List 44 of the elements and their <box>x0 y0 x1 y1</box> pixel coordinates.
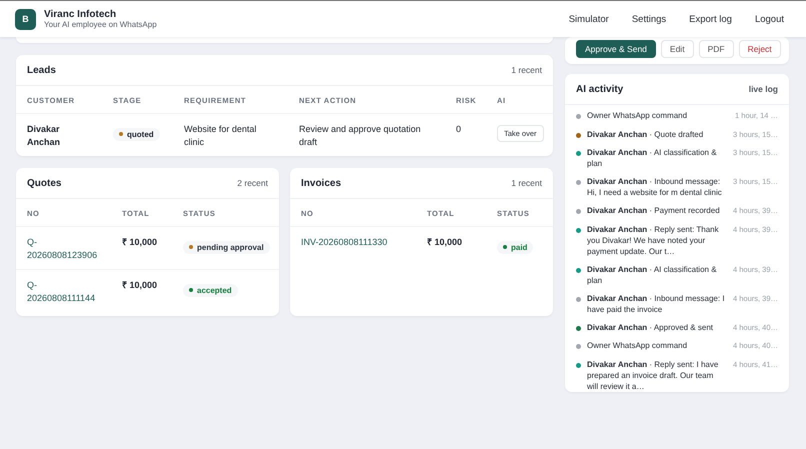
nav-link[interactable]: Settings <box>632 14 666 24</box>
document-number-link[interactable]: Q-20260808111144 <box>27 279 102 304</box>
card-title: Leads <box>27 64 56 76</box>
activity-text: Divakar Anchan · Approved & sent <box>587 322 714 332</box>
activity-text: Owner WhatsApp command <box>587 340 688 351</box>
next-action-text: Review and approve quotation draft <box>299 123 422 148</box>
action-button[interactable]: Reject <box>738 40 781 58</box>
activity-text: Divakar Anchan · Payment recorded <box>587 205 721 216</box>
activity-text: Divakar Anchan · Reply sent: I have prepared an invoice draft. Our team will review it a… <box>587 358 720 392</box>
action-button[interactable]: PDF <box>698 40 734 58</box>
activity-text: Divakar Anchan · Quote drafted <box>587 128 704 140</box>
activity-text: Divakar Anchan · Inbound message: I have paid the invoice <box>587 292 726 314</box>
status-badge: accepted <box>183 284 238 296</box>
company-tagline: Your AI employee on WhatsApp <box>44 20 157 29</box>
customer-name: Divakar Anchan <box>27 123 62 148</box>
card-title: Invoices <box>301 178 342 188</box>
status-badge: pending approval <box>183 240 270 254</box>
nav-link[interactable]: Simulator <box>568 14 609 24</box>
total-amount: ₹ 10,000 <box>427 236 464 248</box>
card-title: Quotes <box>27 178 62 188</box>
activity-text: Divakar Anchan · Inbound message: Hi, I need a website for m dental clinic <box>587 176 723 198</box>
activity-text: Divakar Anchan · AI classification & plan <box>587 147 718 169</box>
logo-icon: B <box>15 8 36 30</box>
status-badge: paid <box>497 240 534 254</box>
card-title: AI activity <box>576 84 624 94</box>
action-button[interactable]: Approve & Send <box>576 40 656 58</box>
total-amount: ₹ 10,000 <box>122 279 158 292</box>
activity-text: Divakar Anchan · AI classification & plan <box>587 264 718 286</box>
recent-count: 2 recent <box>237 178 268 188</box>
activity-text: Owner WhatsApp command <box>587 110 688 121</box>
activity-text: Divakar Anchan · Reply sent: Thank you Divakar! We have noted your payment update. Our t… <box>587 224 720 256</box>
risk-value: 0 <box>456 123 462 136</box>
recent-count: 1 recent <box>511 178 542 188</box>
live-log-label: live log <box>748 84 778 94</box>
action-button[interactable]: Edit <box>660 40 694 58</box>
total-amount: ₹ 10,000 <box>122 236 158 248</box>
recent-count: 1 recent <box>511 65 542 75</box>
company-name: Viranc Infotech <box>44 9 118 20</box>
requirement-text: Website for dental clinic <box>184 123 258 148</box>
stage-badge: quoted <box>113 128 160 140</box>
nav-link[interactable]: Logout <box>754 14 784 24</box>
document-number-link[interactable]: INV-20260808111330 <box>301 236 427 248</box>
document-number-link[interactable]: Q-20260808123906 <box>27 236 102 261</box>
nav-link[interactable]: Export log <box>689 14 732 24</box>
